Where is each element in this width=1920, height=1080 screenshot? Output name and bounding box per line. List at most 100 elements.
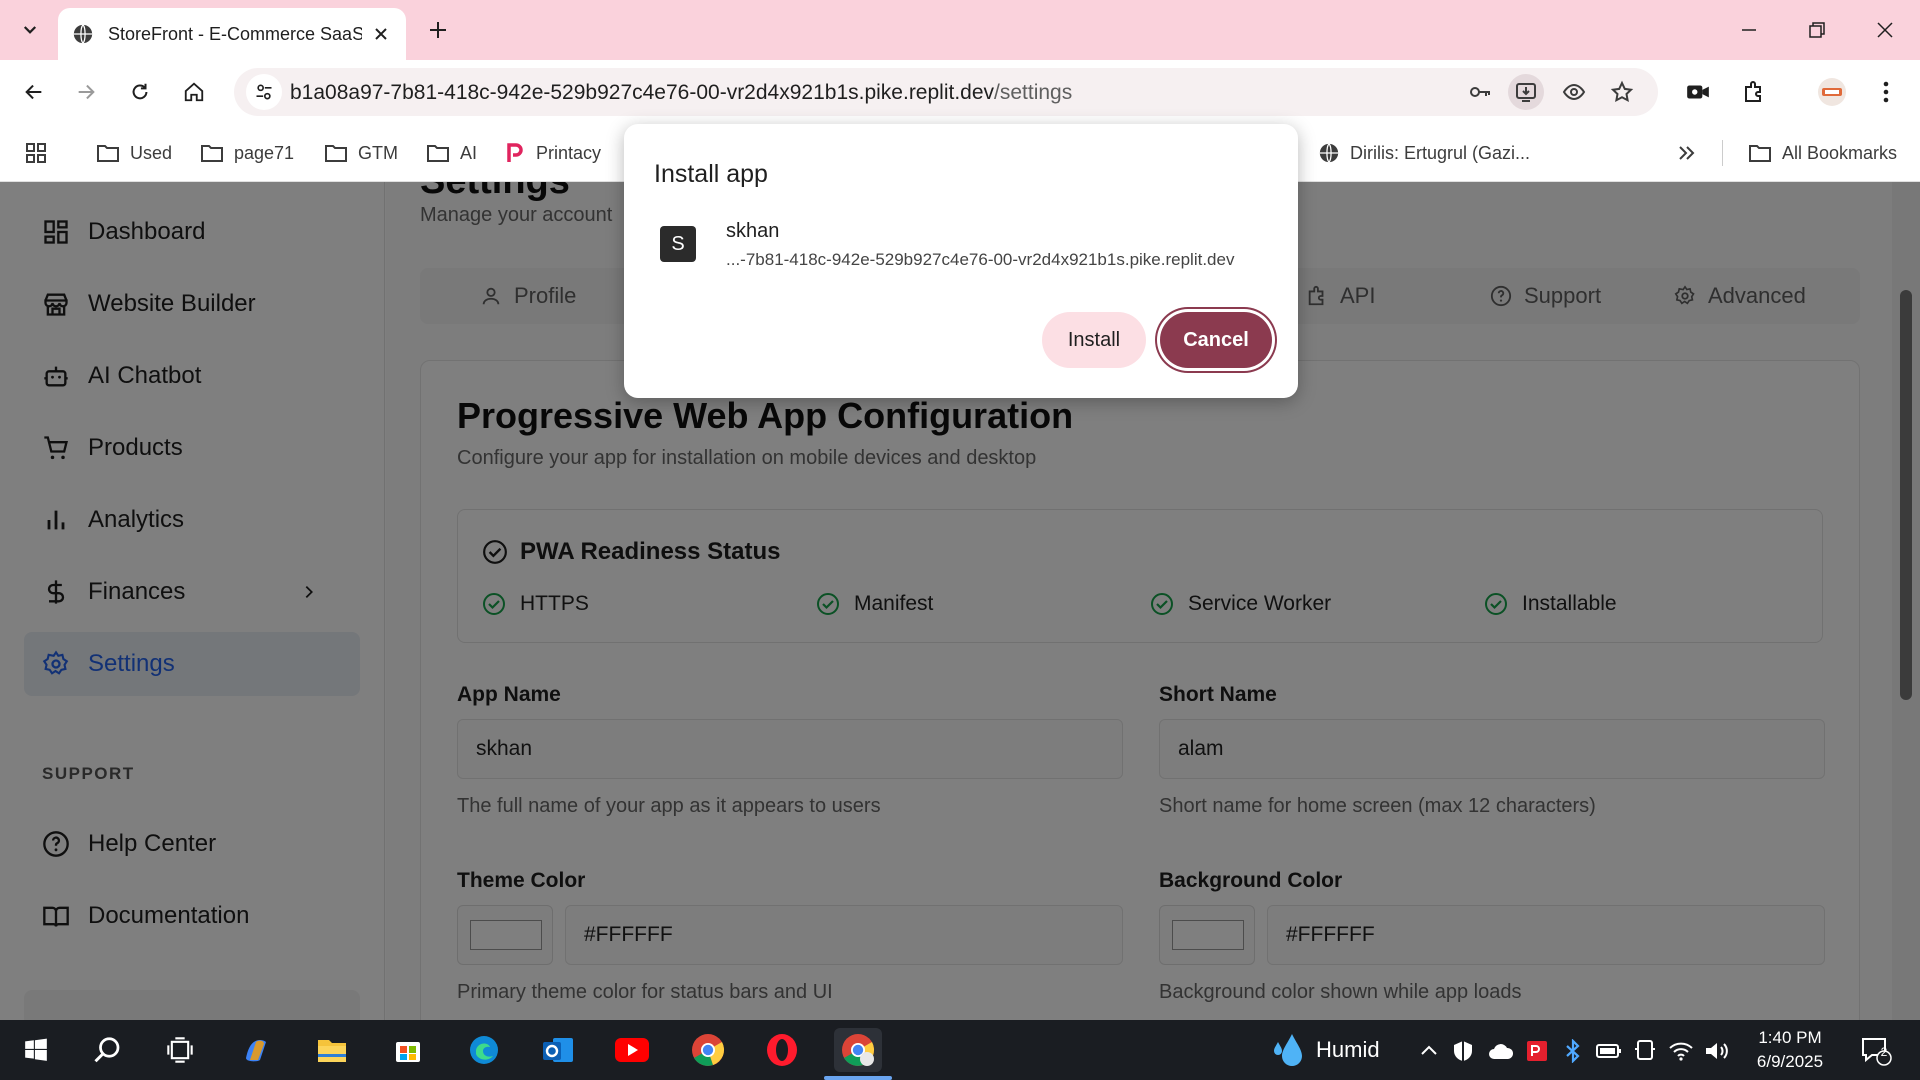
bookmarks-divider: [1722, 140, 1723, 166]
menu-kebab-icon[interactable]: [1866, 72, 1906, 112]
password-key-icon[interactable]: [1462, 74, 1498, 110]
install-button[interactable]: Install: [1042, 312, 1146, 368]
url-path: /settings: [994, 81, 1073, 104]
folder-icon: [427, 145, 449, 162]
bookmark-label: All Bookmarks: [1782, 142, 1898, 163]
close-window-button[interactable]: [1852, 0, 1918, 60]
display-icon[interactable]: [1632, 1038, 1658, 1064]
camera-icon[interactable]: [1678, 72, 1718, 112]
home-icon: [184, 82, 204, 102]
battery-icon[interactable]: [1596, 1038, 1622, 1064]
notification-center-button[interactable]: 2: [1856, 1034, 1896, 1068]
forward-button[interactable]: [66, 72, 106, 112]
bookmark-label: GTM: [358, 142, 398, 163]
folder-icon: [97, 145, 119, 162]
minimize-button[interactable]: [1716, 0, 1782, 60]
wifi-icon[interactable]: [1668, 1038, 1694, 1064]
install-app-icon[interactable]: [1508, 74, 1544, 110]
bookmark-label: AI: [460, 142, 478, 163]
microsoft-store-app[interactable]: [384, 1028, 432, 1072]
file-explorer-app[interactable]: [308, 1028, 356, 1072]
globe-icon: [73, 24, 93, 44]
tune-icon: [256, 84, 272, 100]
chrome-app[interactable]: [684, 1028, 732, 1072]
chrome-app-active[interactable]: [834, 1028, 882, 1072]
dialog-title: Install app: [654, 160, 768, 188]
weather-label: Humid: [1316, 1037, 1380, 1062]
outlook-icon: [543, 1038, 573, 1062]
folder-icon: [318, 1040, 346, 1062]
arrow-left-icon: [25, 84, 42, 100]
star-icon[interactable]: [1604, 74, 1640, 110]
close-icon: [1877, 22, 1893, 38]
apps-grid-icon[interactable]: [24, 136, 58, 170]
edge-icon: [470, 1036, 498, 1064]
site-info-button[interactable]: [246, 74, 282, 110]
folder-icon: [201, 145, 223, 162]
profile-avatar[interactable]: [1812, 72, 1852, 112]
browser-tab-active[interactable]: StoreFront - E-Commerce SaaS: [58, 8, 406, 60]
bookmark-printacy[interactable]: Printacy: [504, 136, 601, 170]
opera-app[interactable]: [758, 1028, 806, 1072]
weather-widget[interactable]: Humid: [1270, 1030, 1380, 1070]
restore-icon: [1809, 22, 1825, 38]
outlook-app[interactable]: [534, 1028, 582, 1072]
bookmark-label: page71: [234, 142, 295, 163]
pdf-app-icon[interactable]: [1524, 1038, 1550, 1064]
reload-icon: [132, 83, 148, 100]
bookmark-ai[interactable]: AI: [426, 136, 477, 170]
bookmarks-overflow-button[interactable]: [1676, 136, 1706, 170]
chrome-icon: [692, 1034, 725, 1066]
minimize-icon: [1742, 29, 1756, 31]
edge-app[interactable]: [460, 1028, 508, 1072]
youtube-icon: [615, 1038, 649, 1062]
search-icon: [94, 1037, 120, 1063]
system-clock[interactable]: 1:40 PM 6/9/2025: [1740, 1026, 1840, 1074]
copilot-app[interactable]: [232, 1028, 280, 1072]
plus-icon: [430, 22, 446, 38]
clock-date: 6/9/2025: [1756, 1052, 1824, 1071]
home-button[interactable]: [174, 72, 214, 112]
windows-taskbar: Humid 1:40 PM 6/9/2025 2: [0, 1020, 1920, 1080]
dialog-app-url: ...-7b81-418c-942e-529b927c4e76-00-vr2d4…: [726, 250, 1235, 269]
app-icon: S: [660, 226, 696, 262]
close-tab-icon[interactable]: [370, 23, 392, 45]
extensions-icon[interactable]: [1734, 72, 1774, 112]
bookmark-label: Dirilis: Ertugrul (Gazi...: [1350, 142, 1531, 163]
start-button[interactable]: [12, 1028, 60, 1072]
chevron-up-icon[interactable]: [1416, 1038, 1442, 1064]
cancel-button[interactable]: Cancel: [1160, 312, 1272, 368]
reload-button[interactable]: [120, 72, 160, 112]
shield-icon[interactable]: [1450, 1038, 1476, 1064]
bookmark-dirilis[interactable]: Dirilis: Ertugrul (Gazi...: [1318, 136, 1530, 170]
bookmark-gtm[interactable]: GTM: [324, 136, 398, 170]
bookmark-label: Printacy: [536, 142, 602, 163]
volume-icon[interactable]: [1704, 1038, 1730, 1064]
restore-button[interactable]: [1784, 0, 1850, 60]
tab-search-button[interactable]: [10, 10, 50, 50]
windows-logo-icon: [25, 1038, 47, 1061]
task-view-button[interactable]: [156, 1028, 204, 1072]
bookmark-used[interactable]: Used: [96, 136, 172, 170]
arrow-right-icon: [78, 84, 95, 100]
bookmark-label: Used: [130, 142, 173, 163]
address-bar[interactable]: b1a08a97-7b81-418c-942e-529b927c4e76-00-…: [234, 68, 1658, 116]
back-button[interactable]: [14, 72, 54, 112]
youtube-app[interactable]: [608, 1028, 656, 1072]
install-app-dialog: Install app S skhan ...-7b81-418c-942e-5…: [624, 124, 1298, 398]
chevron-down-icon: [23, 26, 37, 34]
water-drop-icon: [1274, 1034, 1302, 1066]
chevrons-right-icon: [1679, 146, 1695, 160]
dialog-app-name: skhan: [726, 220, 780, 242]
search-button[interactable]: [84, 1028, 132, 1072]
bookmark-page71[interactable]: page71: [200, 136, 294, 170]
folder-icon: [325, 145, 347, 162]
new-tab-button[interactable]: [418, 10, 458, 50]
eye-icon[interactable]: [1556, 74, 1592, 110]
bluetooth-icon[interactable]: [1560, 1038, 1586, 1064]
chrome-icon: [842, 1034, 875, 1066]
browser-tab-bar: StoreFront - E-Commerce SaaS: [0, 0, 1920, 60]
cloud-icon[interactable]: [1488, 1038, 1514, 1064]
folder-icon: [1749, 145, 1771, 162]
bookmark-all[interactable]: All Bookmarks: [1748, 136, 1897, 170]
